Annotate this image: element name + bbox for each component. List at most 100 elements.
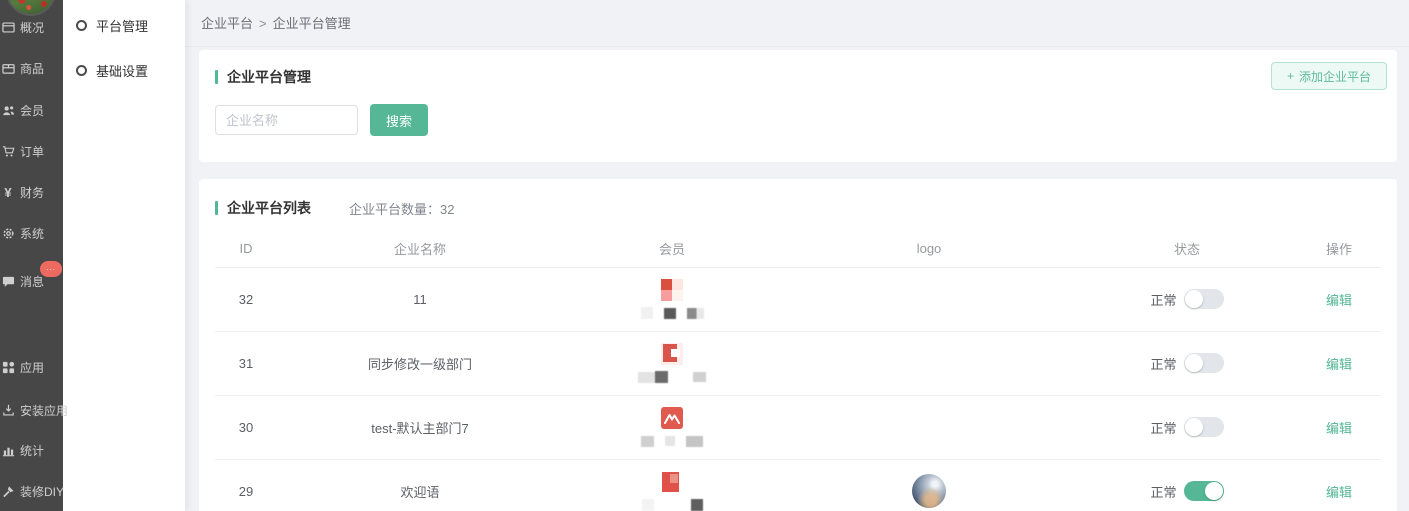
status-label: 正常 bbox=[1150, 290, 1176, 309]
member-logo-image bbox=[661, 407, 683, 429]
install-app-icon bbox=[1, 403, 15, 417]
message-badge: ... bbox=[40, 261, 62, 277]
column-header-logo: logo bbox=[781, 231, 1077, 267]
sidebar-item-label: 财务 bbox=[20, 184, 44, 201]
sidebar-item-finance[interactable]: ¥ 财务 bbox=[1, 183, 44, 201]
sidebar-item-system[interactable]: 系统 bbox=[1, 224, 44, 242]
cell-logo bbox=[781, 395, 1077, 459]
cell-member bbox=[563, 395, 781, 459]
table-header-row: ID 企业名称 会员 logo 状态 操作 bbox=[215, 231, 1381, 267]
platform-table: ID 企业名称 会员 logo 状态 操作 32 11 bbox=[215, 231, 1381, 511]
goods-icon bbox=[1, 61, 15, 75]
status-toggle[interactable] bbox=[1184, 353, 1224, 373]
member-logo-image bbox=[661, 343, 683, 365]
cell-action: 编辑 bbox=[1297, 267, 1381, 331]
edit-link[interactable]: 编辑 bbox=[1326, 485, 1352, 500]
cell-id: 29 bbox=[215, 459, 277, 511]
sidebar-item-apps[interactable]: 应用 bbox=[1, 358, 44, 376]
submenu-item-platform-management[interactable]: 平台管理 bbox=[63, 6, 185, 45]
message-icon bbox=[1, 274, 15, 288]
orders-icon bbox=[1, 144, 15, 158]
edit-link[interactable]: 编辑 bbox=[1326, 357, 1352, 372]
add-enterprise-platform-button[interactable]: + 添加企业平台 bbox=[1271, 62, 1387, 90]
main-content: 企业平台>企业平台管理 企业平台管理 + 添加企业平台 搜索 企业平台列表 企业… bbox=[185, 0, 1409, 511]
sidebar-item-orders[interactable]: 订单 bbox=[1, 142, 44, 160]
edit-link[interactable]: 编辑 bbox=[1326, 293, 1352, 308]
section-accent-bar bbox=[215, 201, 218, 215]
submenu-item-basic-settings[interactable]: 基础设置 bbox=[63, 51, 185, 90]
sidebar-item-label: 装修DIY bbox=[20, 483, 64, 500]
cell-action: 编辑 bbox=[1297, 395, 1381, 459]
cell-logo bbox=[781, 331, 1077, 395]
sidebar-item-label: 系统 bbox=[20, 225, 44, 242]
cell-member bbox=[563, 331, 781, 395]
members-icon bbox=[1, 103, 15, 117]
member-info-redacted bbox=[641, 307, 704, 320]
sidebar-item-install-apps[interactable]: 安装应用 bbox=[1, 401, 68, 419]
secondary-sidebar: 平台管理 基础设置 bbox=[63, 0, 185, 511]
sidebar-item-goods[interactable]: 商品 bbox=[1, 59, 44, 77]
member-info-redacted bbox=[638, 371, 706, 384]
table-row: 30 test-默认主部门7 bbox=[215, 395, 1381, 459]
sidebar-item-messages[interactable]: 消息 ... bbox=[1, 272, 44, 290]
column-header-action: 操作 bbox=[1297, 231, 1381, 267]
platform-list-card: 企业平台列表 企业平台数量：32 ID 企业名称 会员 logo 状态 操作 bbox=[199, 179, 1397, 511]
table-row: 29 欢迎语 bbox=[215, 459, 1381, 511]
member-logo-image bbox=[661, 279, 683, 301]
cell-id: 30 bbox=[215, 395, 277, 459]
logo-image bbox=[912, 474, 946, 508]
sidebar-item-label: 安装应用 bbox=[20, 402, 68, 419]
radio-circle-icon bbox=[76, 20, 87, 31]
status-toggle[interactable] bbox=[1184, 481, 1224, 501]
cell-id: 32 bbox=[215, 267, 277, 331]
sidebar-item-members[interactable]: 会员 bbox=[1, 101, 44, 119]
sidebar-item-statistics[interactable]: 统计 bbox=[1, 441, 44, 459]
sidebar-item-label: 商品 bbox=[20, 60, 44, 77]
cell-logo bbox=[781, 459, 1077, 511]
sidebar-item-decorate-diy[interactable]: 装修DIY bbox=[1, 482, 64, 500]
stats-icon bbox=[1, 443, 15, 457]
breadcrumb-current: 企业平台管理 bbox=[273, 16, 351, 31]
submenu-item-label: 平台管理 bbox=[96, 16, 148, 35]
system-icon bbox=[1, 226, 15, 240]
cell-name: test-默认主部门7 bbox=[277, 395, 563, 459]
cell-member bbox=[563, 267, 781, 331]
platform-count-value: 32 bbox=[440, 202, 454, 217]
member-info-redacted bbox=[641, 435, 703, 448]
sidebar-item-label: 消息 bbox=[20, 273, 44, 290]
status-label: 正常 bbox=[1150, 354, 1176, 373]
table-row: 31 同步修改一级部门 bbox=[215, 331, 1381, 395]
column-header-name: 企业名称 bbox=[277, 231, 563, 267]
breadcrumb: 企业平台>企业平台管理 bbox=[185, 0, 1409, 47]
cell-action: 编辑 bbox=[1297, 331, 1381, 395]
platform-manage-card: 企业平台管理 + 添加企业平台 搜索 bbox=[199, 50, 1397, 162]
search-button[interactable]: 搜索 bbox=[370, 104, 428, 136]
cell-name: 同步修改一级部门 bbox=[277, 331, 563, 395]
table-row: 32 11 bbox=[215, 267, 1381, 331]
cell-status: 正常 bbox=[1077, 395, 1297, 459]
apps-icon bbox=[1, 360, 15, 374]
sidebar-item-label: 概况 bbox=[20, 19, 44, 36]
plus-icon: + bbox=[1287, 69, 1294, 83]
status-toggle[interactable] bbox=[1184, 417, 1224, 437]
cell-name: 欢迎语 bbox=[277, 459, 563, 511]
enterprise-name-input[interactable] bbox=[215, 105, 358, 135]
sidebar-item-overview[interactable]: 概况 bbox=[1, 18, 44, 36]
platform-count-label: 企业平台数量： bbox=[349, 202, 440, 217]
sidebar-item-label: 统计 bbox=[20, 442, 44, 459]
edit-link[interactable]: 编辑 bbox=[1326, 421, 1352, 436]
avatar[interactable] bbox=[6, 0, 56, 16]
sidebar-item-label: 订单 bbox=[20, 143, 44, 160]
enterprise-platform-admin: 概况 商品 会员 订单 ¥ 财务 系统 消息 ... 应用 bbox=[0, 0, 1409, 511]
primary-sidebar: 概况 商品 会员 订单 ¥ 财务 系统 消息 ... 应用 bbox=[0, 0, 63, 511]
column-header-status: 状态 bbox=[1077, 231, 1297, 267]
finance-icon: ¥ bbox=[1, 185, 15, 199]
breadcrumb-parent[interactable]: 企业平台 bbox=[201, 16, 253, 31]
overview-icon bbox=[1, 20, 15, 34]
section-accent-bar bbox=[215, 70, 218, 84]
status-label: 正常 bbox=[1150, 482, 1176, 501]
status-toggle[interactable] bbox=[1184, 289, 1224, 309]
manage-card-title: 企业平台管理 bbox=[227, 67, 311, 87]
cell-action: 编辑 bbox=[1297, 459, 1381, 511]
cell-member bbox=[563, 459, 781, 511]
